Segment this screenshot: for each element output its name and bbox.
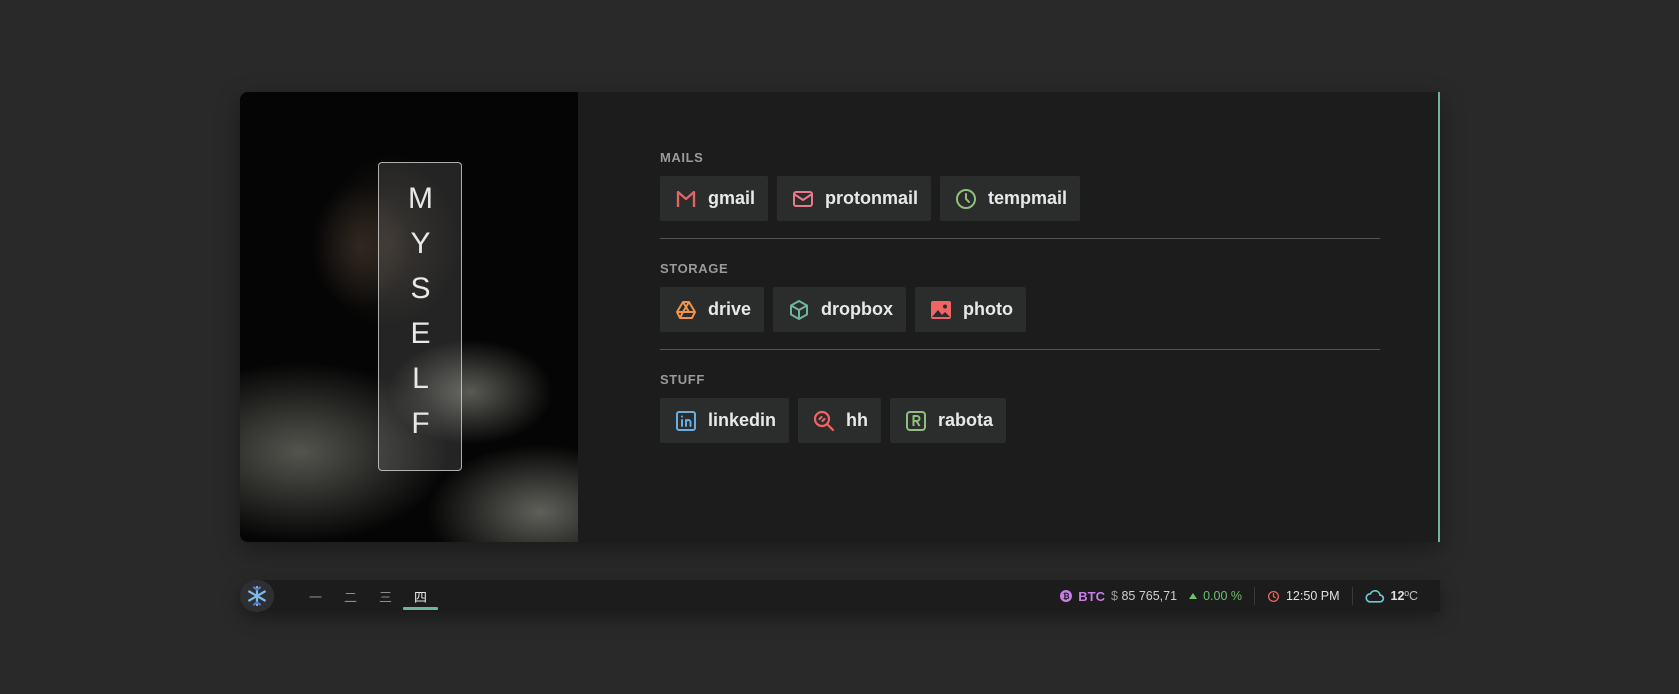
link-dropbox[interactable]: dropbox	[773, 287, 907, 332]
section-title-storage: STORAGE	[660, 261, 729, 276]
status-bar: 一 二 三 四 ₿ BTC $ 85 765,71 0.00 % 12:50 P…	[240, 580, 1440, 612]
weather-unit: ºC	[1404, 589, 1418, 603]
link-label: tempmail	[988, 188, 1068, 208]
link-label: photo	[963, 299, 1014, 319]
workspace-3[interactable]: 三	[368, 580, 403, 612]
link-photo[interactable]: photo	[915, 287, 1027, 332]
nixos-logo-icon[interactable]	[240, 580, 274, 612]
r-badge-icon	[906, 410, 927, 431]
btc-change-value: 0.00 %	[1203, 589, 1242, 603]
link-rabota[interactable]: rabota	[890, 398, 1007, 443]
workspace-1[interactable]: 一	[298, 580, 333, 612]
photo-icon	[931, 300, 952, 319]
link-label: linkedin	[708, 410, 777, 430]
workspace-4[interactable]: 四	[403, 580, 438, 612]
link-label: dropbox	[821, 299, 894, 319]
separator	[1351, 587, 1353, 605]
link-hh[interactable]: hh	[798, 398, 882, 443]
alarm-clock-icon	[1267, 590, 1280, 602]
btc-change: 0.00 %	[1189, 589, 1242, 603]
link-drive[interactable]: drive	[660, 287, 765, 332]
link-gmail[interactable]: gmail	[660, 176, 769, 221]
status-widgets: ₿ BTC $ 85 765,71 0.00 % 12:50 PM 12ºC	[1060, 580, 1418, 612]
triangle-up-icon	[1189, 593, 1198, 599]
mail-icon	[793, 190, 814, 207]
cloud-icon	[1364, 590, 1384, 603]
gmail-icon	[676, 190, 696, 207]
section-title-stuff: STUFF	[660, 372, 705, 387]
link-linkedin[interactable]: linkedin	[660, 398, 790, 443]
link-tempmail[interactable]: tempmail	[940, 176, 1081, 221]
link-label: protonmail	[825, 188, 919, 208]
btc-price: $ 85 765,71	[1111, 589, 1177, 603]
clock-icon	[956, 188, 977, 209]
stuff-links: linkedin hh rabota	[660, 398, 1380, 443]
section-title-mails: MAILS	[660, 150, 704, 165]
profile-photo: MYSELF	[240, 92, 578, 542]
weather-widget[interactable]: 12ºC	[1364, 588, 1419, 604]
link-protonmail[interactable]: protonmail	[777, 176, 932, 221]
separator	[1253, 587, 1255, 605]
link-label: drive	[708, 299, 752, 319]
startpage-card: MYSELF MAILS gmail protonmail tempmail S…	[240, 92, 1440, 542]
box-icon	[790, 299, 809, 320]
storage-links: drive dropbox photo	[660, 287, 1380, 332]
weather-temp: 12ºC	[1391, 589, 1419, 603]
link-label: hh	[846, 410, 869, 430]
google-drive-icon	[676, 300, 696, 319]
link-label: rabota	[938, 410, 994, 430]
hero-title: MYSELF	[404, 181, 437, 452]
hero-title-box: MYSELF	[378, 162, 462, 471]
btc-currency: $	[1111, 589, 1118, 603]
linkedin-icon	[676, 410, 696, 431]
accent-line	[1438, 92, 1440, 542]
divider	[660, 238, 1380, 239]
bitcoin-icon: ₿	[1060, 590, 1073, 602]
workspaces: 一 二 三 四	[298, 580, 438, 612]
mails-links: gmail protonmail tempmail	[660, 176, 1380, 221]
link-label: gmail	[708, 188, 756, 208]
btc-widget[interactable]: ₿ BTC $ 85 765,71 0.00 %	[1060, 589, 1242, 604]
search-zoom-icon	[813, 410, 835, 431]
links-panel: MAILS gmail protonmail tempmail STORAGE …	[660, 150, 1380, 443]
weather-temp-value: 12	[1390, 589, 1405, 603]
clock-time: 12:50 PM	[1285, 589, 1340, 603]
btc-price-value: 85 765,71	[1121, 589, 1178, 603]
workspace-2[interactable]: 二	[333, 580, 368, 612]
divider	[660, 349, 1380, 350]
btc-label: BTC	[1078, 588, 1106, 604]
clock-widget[interactable]: 12:50 PM	[1267, 589, 1340, 603]
